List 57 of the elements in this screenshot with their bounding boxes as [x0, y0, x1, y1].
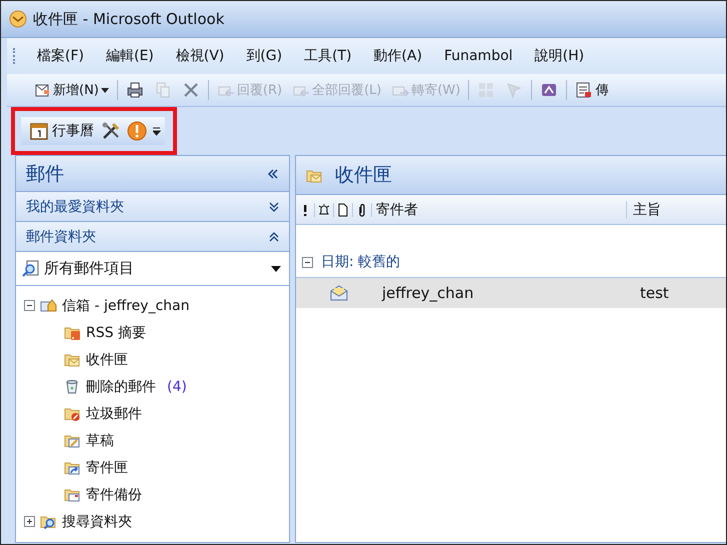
alert-icon[interactable] — [127, 121, 147, 141]
app-icon — [9, 10, 27, 28]
folder-item[interactable]: 寄件匣 — [64, 458, 128, 476]
folder-item[interactable]: 搜尋資料夾 — [40, 512, 132, 530]
folder-item[interactable]: 寄件備份 — [64, 486, 142, 504]
menu-item[interactable]: 編輯(E) — [106, 47, 154, 65]
expand-icon[interactable] — [269, 202, 279, 212]
caret-icon — [271, 266, 281, 272]
section-header[interactable]: 郵件資料夾 — [16, 222, 289, 252]
menu-item[interactable]: 動作(A) — [374, 47, 422, 65]
collapse-icon[interactable] — [269, 232, 279, 242]
menu-item[interactable]: 檢視(V) — [176, 47, 224, 65]
folder-item[interactable]: RSS 摘要 — [64, 324, 146, 342]
column-heading[interactable]: 主旨 — [627, 200, 661, 218]
view-label: 所有郵件項目 — [44, 259, 134, 278]
search-icon — [22, 260, 40, 278]
menu-item[interactable]: Funambol — [444, 48, 513, 64]
tools-icon[interactable] — [101, 121, 121, 141]
calendar-icon — [30, 122, 48, 140]
folder-item[interactable]: 刪除的郵件 (4) — [64, 378, 187, 396]
menu-item[interactable]: 工具(T) — [304, 47, 352, 65]
pane-title: 郵件 — [26, 162, 64, 186]
group-label: 日期: 較舊的 — [321, 253, 400, 271]
calendar-button[interactable]: 行事曆 — [29, 121, 95, 141]
folder-item[interactable]: 草稿 — [64, 432, 114, 450]
folder-item[interactable]: 垃圾郵件 — [64, 404, 142, 422]
overflow-icon[interactable] — [153, 126, 161, 136]
expand-toggle[interactable] — [24, 516, 35, 527]
section-title: 我的最愛資料夾 — [26, 198, 124, 216]
message-row[interactable]: jeffrey_chan test — [296, 278, 726, 309]
reminder-icon[interactable] — [318, 202, 330, 216]
document-icon[interactable] — [337, 202, 349, 216]
section-header[interactable]: 我的最愛資料夾 — [16, 192, 289, 222]
subject-cell: test — [640, 284, 669, 302]
section-title: 郵件資料夾 — [26, 228, 96, 246]
menu-item[interactable]: 檔案(F) — [37, 47, 84, 65]
toolbar-button[interactable]: 新增(N) — [31, 79, 111, 101]
delete-icon — [182, 81, 200, 99]
print-icon — [126, 81, 144, 99]
grid-icon — [477, 81, 496, 99]
folder-item[interactable]: 信箱 - jeffrey_chan — [40, 296, 190, 314]
collapse-toggle[interactable] — [302, 256, 313, 268]
collapse-toggle[interactable] — [24, 300, 35, 311]
collapse-icon[interactable] — [267, 168, 279, 178]
copy-icon — [154, 81, 172, 99]
mailbox-icon — [40, 297, 57, 314]
folder-item[interactable]: 收件匣 — [64, 350, 128, 368]
toolbar-button[interactable]: 傳 — [573, 79, 610, 101]
sender-cell-text: jeffrey_chan — [382, 284, 475, 302]
caret-icon — [100, 88, 109, 92]
menu-item[interactable]: 說明(H) — [534, 47, 584, 65]
send-receive-icon — [575, 81, 594, 99]
envelope-icon — [330, 285, 348, 301]
menu-item[interactable]: 到(G) — [246, 47, 282, 65]
window-title: 收件匣 - Microsoft Outlook — [33, 10, 224, 28]
column-heading[interactable]: 寄件者 — [372, 200, 627, 218]
pane-title: 收件匣 — [335, 163, 392, 188]
